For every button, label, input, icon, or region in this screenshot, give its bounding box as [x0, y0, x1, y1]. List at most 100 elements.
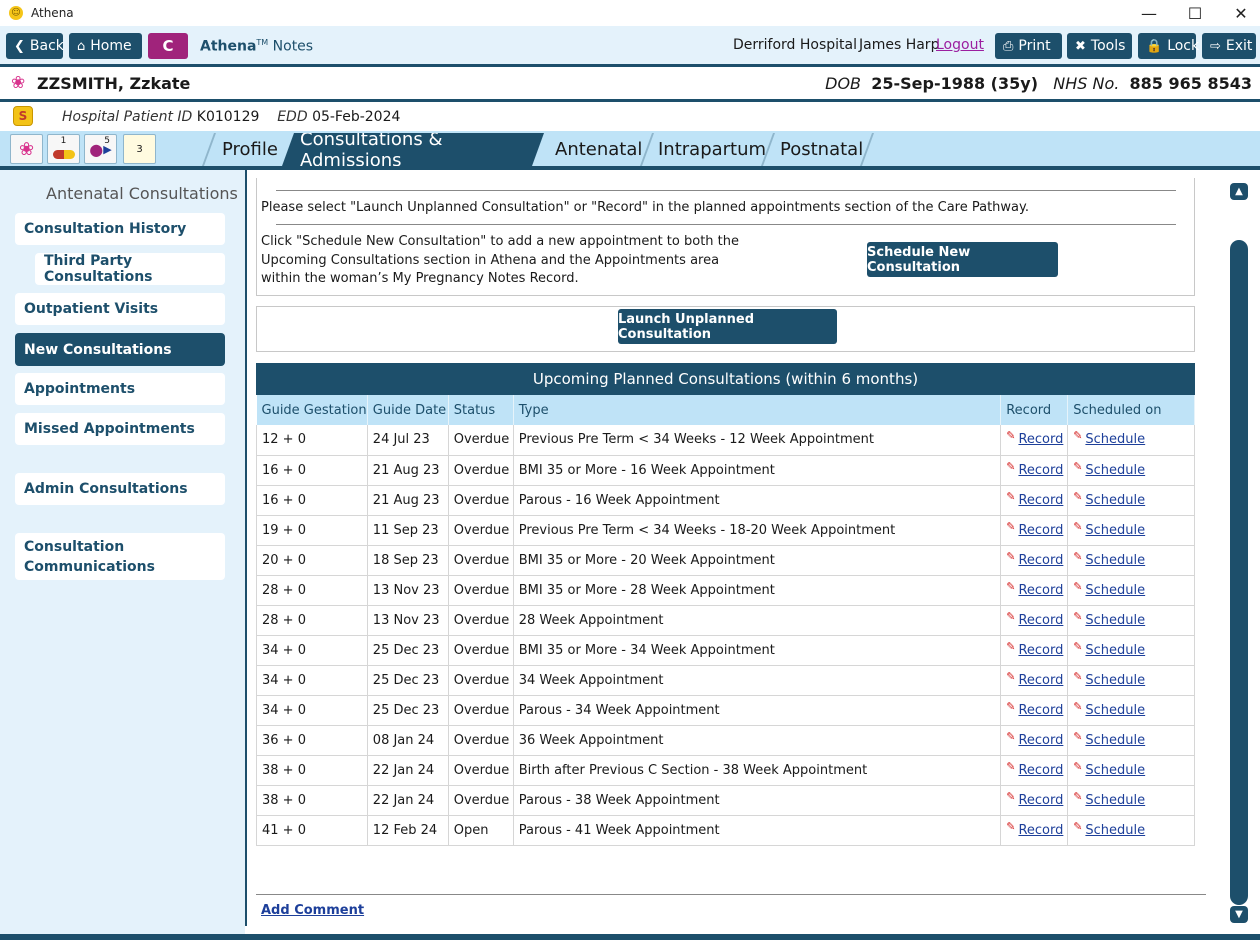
- lock-button[interactable]: 🔒 Lock: [1138, 33, 1199, 59]
- tab-postnatal[interactable]: Postnatal: [780, 133, 863, 166]
- record-link[interactable]: Record: [1018, 643, 1063, 658]
- tab-antenatal[interactable]: Antenatal: [555, 133, 642, 166]
- home-button[interactable]: ⌂ Home: [69, 33, 142, 59]
- schedule-link[interactable]: Schedule: [1085, 613, 1145, 628]
- pencil-icon: ✎: [1006, 519, 1016, 533]
- record-link[interactable]: Record: [1018, 613, 1063, 628]
- table-cell: 13 Nov 23: [366, 605, 449, 636]
- nav-item-admin-consultations[interactable]: Admin Consultations: [15, 473, 225, 505]
- table-cell: ✎ Record: [1000, 635, 1069, 666]
- table-cell: 19 + 0: [256, 515, 368, 546]
- table-row: 20 + 0 18 Sep 23 Overdue BMI 35 or More - 2…: [256, 545, 1195, 576]
- record-link[interactable]: Record: [1018, 673, 1063, 688]
- schedule-link[interactable]: Schedule: [1085, 553, 1145, 568]
- table-cell: ✎ Record: [1000, 785, 1069, 816]
- nav-item-third-party-consultations[interactable]: Third Party Consultations: [35, 253, 225, 285]
- pill-quick-icon[interactable]: 1: [47, 134, 80, 164]
- table-cell: ✎ Schedule: [1067, 455, 1195, 486]
- exit-button[interactable]: ⇨ Exit: [1202, 33, 1256, 59]
- schedule-link[interactable]: Schedule: [1085, 703, 1145, 718]
- close-icon[interactable]: ✕: [1218, 0, 1260, 26]
- table-cell: Overdue: [447, 455, 514, 486]
- table-cell: Parous - 16 Week Appointment: [512, 485, 1002, 516]
- record-link[interactable]: Record: [1018, 703, 1063, 718]
- table-cell: ✎ Schedule: [1067, 665, 1195, 696]
- schedule-link[interactable]: Schedule: [1085, 763, 1145, 778]
- table-cell: ✎ Schedule: [1067, 695, 1195, 726]
- schedule-link[interactable]: Schedule: [1085, 583, 1145, 598]
- col-scheduled-on[interactable]: Scheduled on: [1067, 395, 1195, 425]
- logout-link[interactable]: Logout: [936, 37, 984, 53]
- person-quick-icon[interactable]: 5 ● ▶: [84, 134, 117, 164]
- table-cell: ✎ Schedule: [1067, 785, 1195, 816]
- col-type[interactable]: Type: [513, 395, 1002, 425]
- scrollbar-thumb[interactable]: [1230, 240, 1248, 905]
- schedule-new-consultation-button[interactable]: Schedule New Consultation: [867, 242, 1058, 277]
- table-cell: Overdue: [447, 545, 514, 576]
- notes-quick-icon[interactable]: 3: [123, 134, 156, 164]
- launch-unplanned-consultation-button[interactable]: Launch Unplanned Consultation: [618, 309, 837, 344]
- tools-button[interactable]: ✖ Tools: [1067, 33, 1132, 59]
- col-status[interactable]: Status: [448, 395, 514, 425]
- scroll-down-icon[interactable]: ▼: [1230, 906, 1248, 923]
- pencil-icon: ✎: [1006, 819, 1016, 833]
- record-link[interactable]: Record: [1018, 823, 1063, 838]
- schedule-link[interactable]: Schedule: [1085, 523, 1145, 538]
- schedule-link[interactable]: Schedule: [1085, 673, 1145, 688]
- nav-item-outpatient-visits[interactable]: Outpatient Visits: [15, 293, 225, 325]
- table-cell: Previous Pre Term < 34 Weeks - 18-20 Wee…: [512, 515, 1002, 546]
- schedule-link[interactable]: Schedule: [1085, 823, 1145, 838]
- table-cell: 22 Jan 24: [366, 755, 449, 786]
- nav-item-new-consultations[interactable]: New Consultations: [15, 333, 225, 366]
- nav-item-appointments[interactable]: Appointments: [15, 373, 225, 405]
- hospital-id-edd: Hospital Patient ID K010129 EDD 05-Feb-2…: [62, 109, 401, 125]
- col-record[interactable]: Record: [1000, 395, 1069, 425]
- record-link[interactable]: Record: [1018, 733, 1063, 748]
- schedule-link[interactable]: Schedule: [1085, 432, 1145, 447]
- pencil-icon: ✎: [1006, 609, 1016, 623]
- table-cell: ✎ Schedule: [1067, 425, 1195, 456]
- record-link[interactable]: Record: [1018, 793, 1063, 808]
- maximize-icon[interactable]: ☐: [1172, 0, 1218, 26]
- table-row: 28 + 0 13 Nov 23 Overdue BMI 35 or More - 2…: [256, 575, 1195, 606]
- print-button[interactable]: ⎙ Print: [995, 33, 1062, 59]
- table-row: 16 + 0 21 Aug 23 Overdue BMI 35 or More - 1…: [256, 455, 1195, 486]
- flower-quick-icon[interactable]: ❀: [10, 134, 43, 164]
- schedule-link[interactable]: Schedule: [1085, 793, 1145, 808]
- add-comment-link[interactable]: Add Comment: [261, 903, 364, 918]
- record-link[interactable]: Record: [1018, 493, 1063, 508]
- chevron-left-icon: ❮: [14, 38, 25, 54]
- pencil-icon: ✎: [1073, 759, 1083, 773]
- record-link[interactable]: Record: [1018, 763, 1063, 778]
- record-link[interactable]: Record: [1018, 523, 1063, 538]
- schedule-link[interactable]: Schedule: [1085, 733, 1145, 748]
- col-guide-gestation[interactable]: Guide Gestation: [256, 395, 368, 425]
- nav-item-missed-appointments[interactable]: Missed Appointments: [15, 413, 225, 445]
- schedule-link[interactable]: Schedule: [1085, 493, 1145, 508]
- tab-profile[interactable]: Profile: [222, 133, 278, 166]
- tab-consultations-admissions[interactable]: Consultations & Admissions: [282, 133, 544, 166]
- record-link[interactable]: Record: [1018, 553, 1063, 568]
- record-link[interactable]: Record: [1018, 432, 1063, 447]
- record-link[interactable]: Record: [1018, 463, 1063, 478]
- table-cell: 11 Sep 23: [366, 515, 449, 546]
- table-cell: 25 Dec 23: [366, 635, 449, 666]
- divider: [276, 190, 1176, 191]
- schedule-link[interactable]: Schedule: [1085, 463, 1145, 478]
- table-cell: 16 + 0: [256, 455, 368, 486]
- back-button[interactable]: ❮ Back: [6, 33, 64, 59]
- table-cell: BMI 35 or More - 34 Week Appointment: [512, 635, 1002, 666]
- scroll-up-icon[interactable]: ▲: [1230, 183, 1248, 200]
- tab-intrapartum[interactable]: Intrapartum: [658, 133, 766, 166]
- status-s-icon[interactable]: S: [13, 106, 33, 126]
- table-cell: ✎ Schedule: [1067, 485, 1195, 516]
- record-link[interactable]: Record: [1018, 583, 1063, 598]
- nav-item-consultation-history[interactable]: Consultation History: [15, 213, 225, 245]
- c-button[interactable]: C: [148, 33, 188, 59]
- col-guide-date[interactable]: Guide Date: [367, 395, 449, 425]
- nav-item-consultation-communications[interactable]: Consultation Communications: [15, 533, 225, 580]
- schedule-link[interactable]: Schedule: [1085, 643, 1145, 658]
- schedule-instruction-line: Upcoming Consultations section in Athena…: [261, 253, 720, 268]
- pencil-icon: ✎: [1073, 429, 1083, 443]
- minimize-icon[interactable]: —: [1126, 0, 1172, 26]
